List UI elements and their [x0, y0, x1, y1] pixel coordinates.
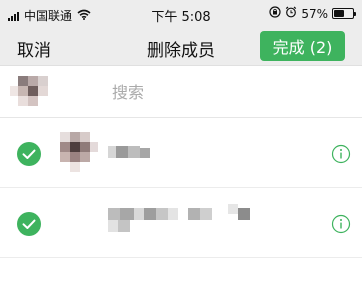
alarm-icon	[285, 6, 297, 21]
member-row[interactable]	[0, 120, 362, 188]
battery-level	[334, 10, 345, 17]
done-button[interactable]: 完成 (2)	[260, 31, 345, 61]
search-input[interactable]	[112, 80, 332, 104]
check-icon[interactable]	[17, 142, 41, 166]
info-icon[interactable]	[331, 144, 351, 164]
cancel-button[interactable]: 取消	[17, 36, 51, 61]
orientation-lock-icon	[269, 6, 281, 21]
status-bar: 中国联通 下午 5:08 57%	[0, 0, 362, 28]
search-row	[0, 66, 362, 118]
battery-icon	[332, 8, 356, 19]
battery-percent: 57%	[301, 6, 328, 21]
member-row[interactable]	[0, 190, 362, 258]
check-icon[interactable]	[17, 212, 41, 236]
avatar	[56, 128, 100, 176]
status-right: 57%	[269, 6, 356, 21]
nav-bar: 取消 删除成员 完成 (2)	[0, 28, 362, 66]
info-icon[interactable]	[331, 214, 351, 234]
selected-member-avatar[interactable]	[10, 68, 54, 112]
